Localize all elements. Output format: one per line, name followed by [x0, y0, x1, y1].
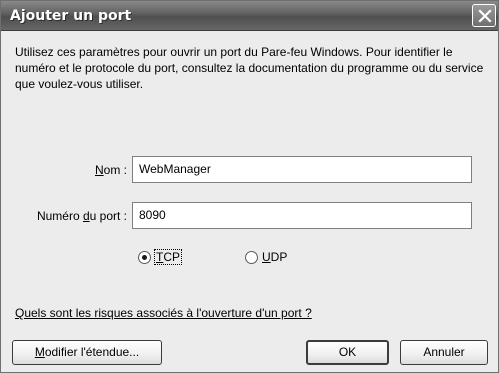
name-input[interactable]: WebManager [132, 156, 472, 183]
udp-radio-button[interactable] [245, 250, 258, 264]
add-port-dialog: Ajouter un port Utilisez ces paramètres … [0, 0, 499, 373]
port-number-label: Numéro du port : [36, 209, 127, 223]
modify-scope-button[interactable]: Modifier l'étendue... [12, 340, 162, 365]
port-number-input[interactable]: 8090 [132, 202, 472, 229]
udp-radio[interactable]: UDP [245, 250, 287, 264]
close-icon [478, 9, 492, 23]
description-text: Utilisez ces paramètres pour ouvrir un p… [15, 45, 484, 91]
name-label: Nom : [94, 163, 127, 177]
ok-button[interactable]: OK [306, 340, 389, 365]
title-bar[interactable]: Ajouter un port [1, 1, 498, 31]
dialog-title: Ajouter un port [10, 8, 132, 24]
close-button[interactable] [472, 4, 496, 27]
dialog-body: Utilisez ces paramètres pour ouvrir un p… [1, 32, 498, 372]
tcp-radio-label[interactable]: TCP [153, 249, 183, 265]
tcp-radio-button[interactable] [138, 250, 151, 264]
udp-radio-label[interactable]: UDP [262, 250, 287, 264]
tcp-radio[interactable]: TCP [138, 249, 183, 265]
risk-help-link[interactable]: Quels sont les risques associés à l'ouve… [15, 306, 312, 320]
cancel-button[interactable]: Annuler [400, 340, 488, 365]
